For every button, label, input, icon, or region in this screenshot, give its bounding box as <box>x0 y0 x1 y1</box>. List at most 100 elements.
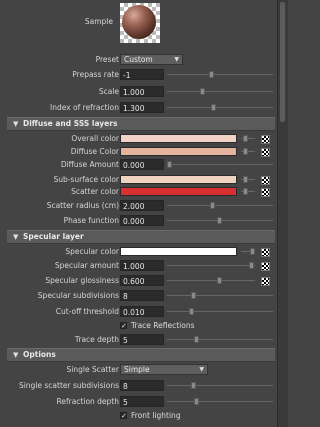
vertical-scrollbar[interactable] <box>277 0 288 427</box>
slider-handle[interactable] <box>189 308 194 315</box>
preset-value: Custom <box>124 55 153 64</box>
slider-handle[interactable] <box>249 262 254 269</box>
prepass-rate-slider[interactable] <box>167 71 273 78</box>
single-scatter-subdivisions-slider[interactable] <box>167 382 273 389</box>
prepass-rate-row: Prepass rate -1 <box>7 69 275 80</box>
sample-swatch[interactable] <box>120 3 160 43</box>
slider-handle[interactable] <box>243 188 248 195</box>
specular-subdivisions-field[interactable]: 8 <box>120 290 164 301</box>
slider-handle[interactable] <box>211 104 216 111</box>
chevron-down-icon: ▼ <box>174 56 179 63</box>
overall-color-slider[interactable] <box>241 135 255 142</box>
specular-color-label: Specular color <box>65 247 119 256</box>
preset-dropdown[interactable]: Custom ▼ <box>120 54 183 65</box>
refraction-depth-slider[interactable] <box>167 398 273 405</box>
slider-handle[interactable] <box>217 217 222 224</box>
subsurface-color-swatch[interactable] <box>120 175 237 184</box>
checkmark-icon[interactable]: ✓ <box>120 322 127 330</box>
checker-map-icon[interactable] <box>261 248 270 257</box>
scatter-color-slider[interactable] <box>241 188 255 195</box>
section-options[interactable]: ▼ Options <box>7 348 275 362</box>
subsurface-color-label: Sub-surface color <box>53 175 119 184</box>
checker-map-icon[interactable] <box>261 176 270 185</box>
slider-handle[interactable] <box>194 398 199 405</box>
specular-amount-field[interactable]: 1.000 <box>120 260 164 271</box>
slider-handle[interactable] <box>210 202 215 209</box>
ior-slider[interactable] <box>167 104 273 111</box>
overall-color-swatch[interactable] <box>120 134 237 143</box>
slider-handle[interactable] <box>217 277 222 284</box>
scatter-radius-label: Scatter radius (cm) <box>46 201 119 210</box>
slider-handle[interactable] <box>209 71 214 78</box>
specular-glossiness-label: Specular glossiness <box>45 276 119 285</box>
diffuse-amount-field[interactable]: 0.000 <box>120 159 164 170</box>
trace-depth-slider[interactable] <box>167 336 273 343</box>
slider-handle[interactable] <box>167 161 172 168</box>
overall-color-label: Overall color <box>71 134 119 143</box>
triangle-down-icon: ▼ <box>13 120 19 128</box>
ior-label: Index of refraction <box>50 103 119 112</box>
scatter-radius-field[interactable]: 2.000 <box>120 200 164 211</box>
refraction-depth-field[interactable]: 5 <box>120 396 164 407</box>
specular-amount-label: Specular amount <box>54 261 119 270</box>
slider-handle[interactable] <box>250 248 255 255</box>
scrollbar-thumb[interactable] <box>280 2 285 122</box>
prepass-rate-field[interactable]: -1 <box>120 69 164 80</box>
checker-map-icon[interactable] <box>261 188 270 197</box>
trace-depth-label: Trace depth <box>74 335 119 344</box>
phase-function-field[interactable]: 0.000 <box>120 215 164 226</box>
specular-amount-row: Specular amount 1.000 <box>7 260 275 271</box>
triangle-down-icon: ▼ <box>13 351 19 359</box>
subsurface-color-slider[interactable] <box>241 176 255 183</box>
slider-handle[interactable] <box>191 382 196 389</box>
single-scatter-subdivisions-label: Single scatter subdivisions <box>18 381 119 390</box>
checker-map-icon[interactable] <box>261 277 270 286</box>
specular-glossiness-row: Specular glossiness 0.600 <box>7 275 275 286</box>
slider-handle[interactable] <box>200 88 205 95</box>
trace-depth-row: Trace depth 5 <box>7 334 275 345</box>
cutoff-threshold-slider[interactable] <box>167 308 273 315</box>
checker-map-icon[interactable] <box>261 262 270 271</box>
scale-field[interactable]: 1.000 <box>120 86 164 97</box>
section-specular[interactable]: ▼ Specular layer <box>7 230 275 244</box>
checkmark-icon[interactable]: ✓ <box>120 412 127 420</box>
single-scatter-subdivisions-row: Single scatter subdivisions 8 <box>7 380 275 391</box>
diffuse-color-slider[interactable] <box>241 148 255 155</box>
specular-subdivisions-slider[interactable] <box>167 292 273 299</box>
specular-amount-slider[interactable] <box>167 262 255 269</box>
front-lighting-row: ✓ Front lighting <box>7 410 275 421</box>
section-diffuse-sss[interactable]: ▼ Diffuse and SSS layers <box>7 117 275 131</box>
slider-handle[interactable] <box>243 176 248 183</box>
phase-function-row: Phase function 0.000 <box>7 215 275 226</box>
slider-handle[interactable] <box>194 336 199 343</box>
slider-handle[interactable] <box>191 292 196 299</box>
phase-function-slider[interactable] <box>167 217 273 224</box>
scale-slider[interactable] <box>167 88 273 95</box>
specular-glossiness-field[interactable]: 0.600 <box>120 275 164 286</box>
specular-glossiness-slider[interactable] <box>167 277 255 284</box>
subsurface-color-row: Sub-surface color <box>7 174 275 185</box>
diffuse-color-label: Diffuse Color <box>70 147 119 156</box>
checker-map-icon[interactable] <box>261 148 270 157</box>
scatter-radius-slider[interactable] <box>167 202 273 209</box>
overall-color-row: Overall color <box>7 133 275 144</box>
single-scatter-dropdown[interactable]: Simple ▼ <box>120 364 208 375</box>
diffuse-color-swatch[interactable] <box>120 147 237 156</box>
ior-field[interactable]: 1.300 <box>120 102 164 113</box>
checker-map-icon[interactable] <box>261 135 270 144</box>
front-lighting-label: Front lighting <box>131 411 181 420</box>
slider-handle[interactable] <box>243 148 248 155</box>
specular-color-swatch[interactable] <box>120 247 237 256</box>
cutoff-threshold-field[interactable]: 0.010 <box>120 306 164 317</box>
scatter-radius-row: Scatter radius (cm) 2.000 <box>7 200 275 211</box>
single-scatter-subdivisions-field[interactable]: 8 <box>120 380 164 391</box>
diffuse-amount-slider[interactable] <box>167 161 273 168</box>
scale-row: Scale 1.000 <box>7 86 275 97</box>
scale-label: Scale <box>98 87 119 96</box>
specular-color-slider[interactable] <box>241 248 255 255</box>
trace-depth-field[interactable]: 5 <box>120 334 164 345</box>
scatter-color-label: Scatter color <box>71 187 119 196</box>
scatter-color-swatch[interactable] <box>120 187 237 196</box>
section-title: Diffuse and SSS layers <box>23 119 118 128</box>
slider-handle[interactable] <box>243 135 248 142</box>
